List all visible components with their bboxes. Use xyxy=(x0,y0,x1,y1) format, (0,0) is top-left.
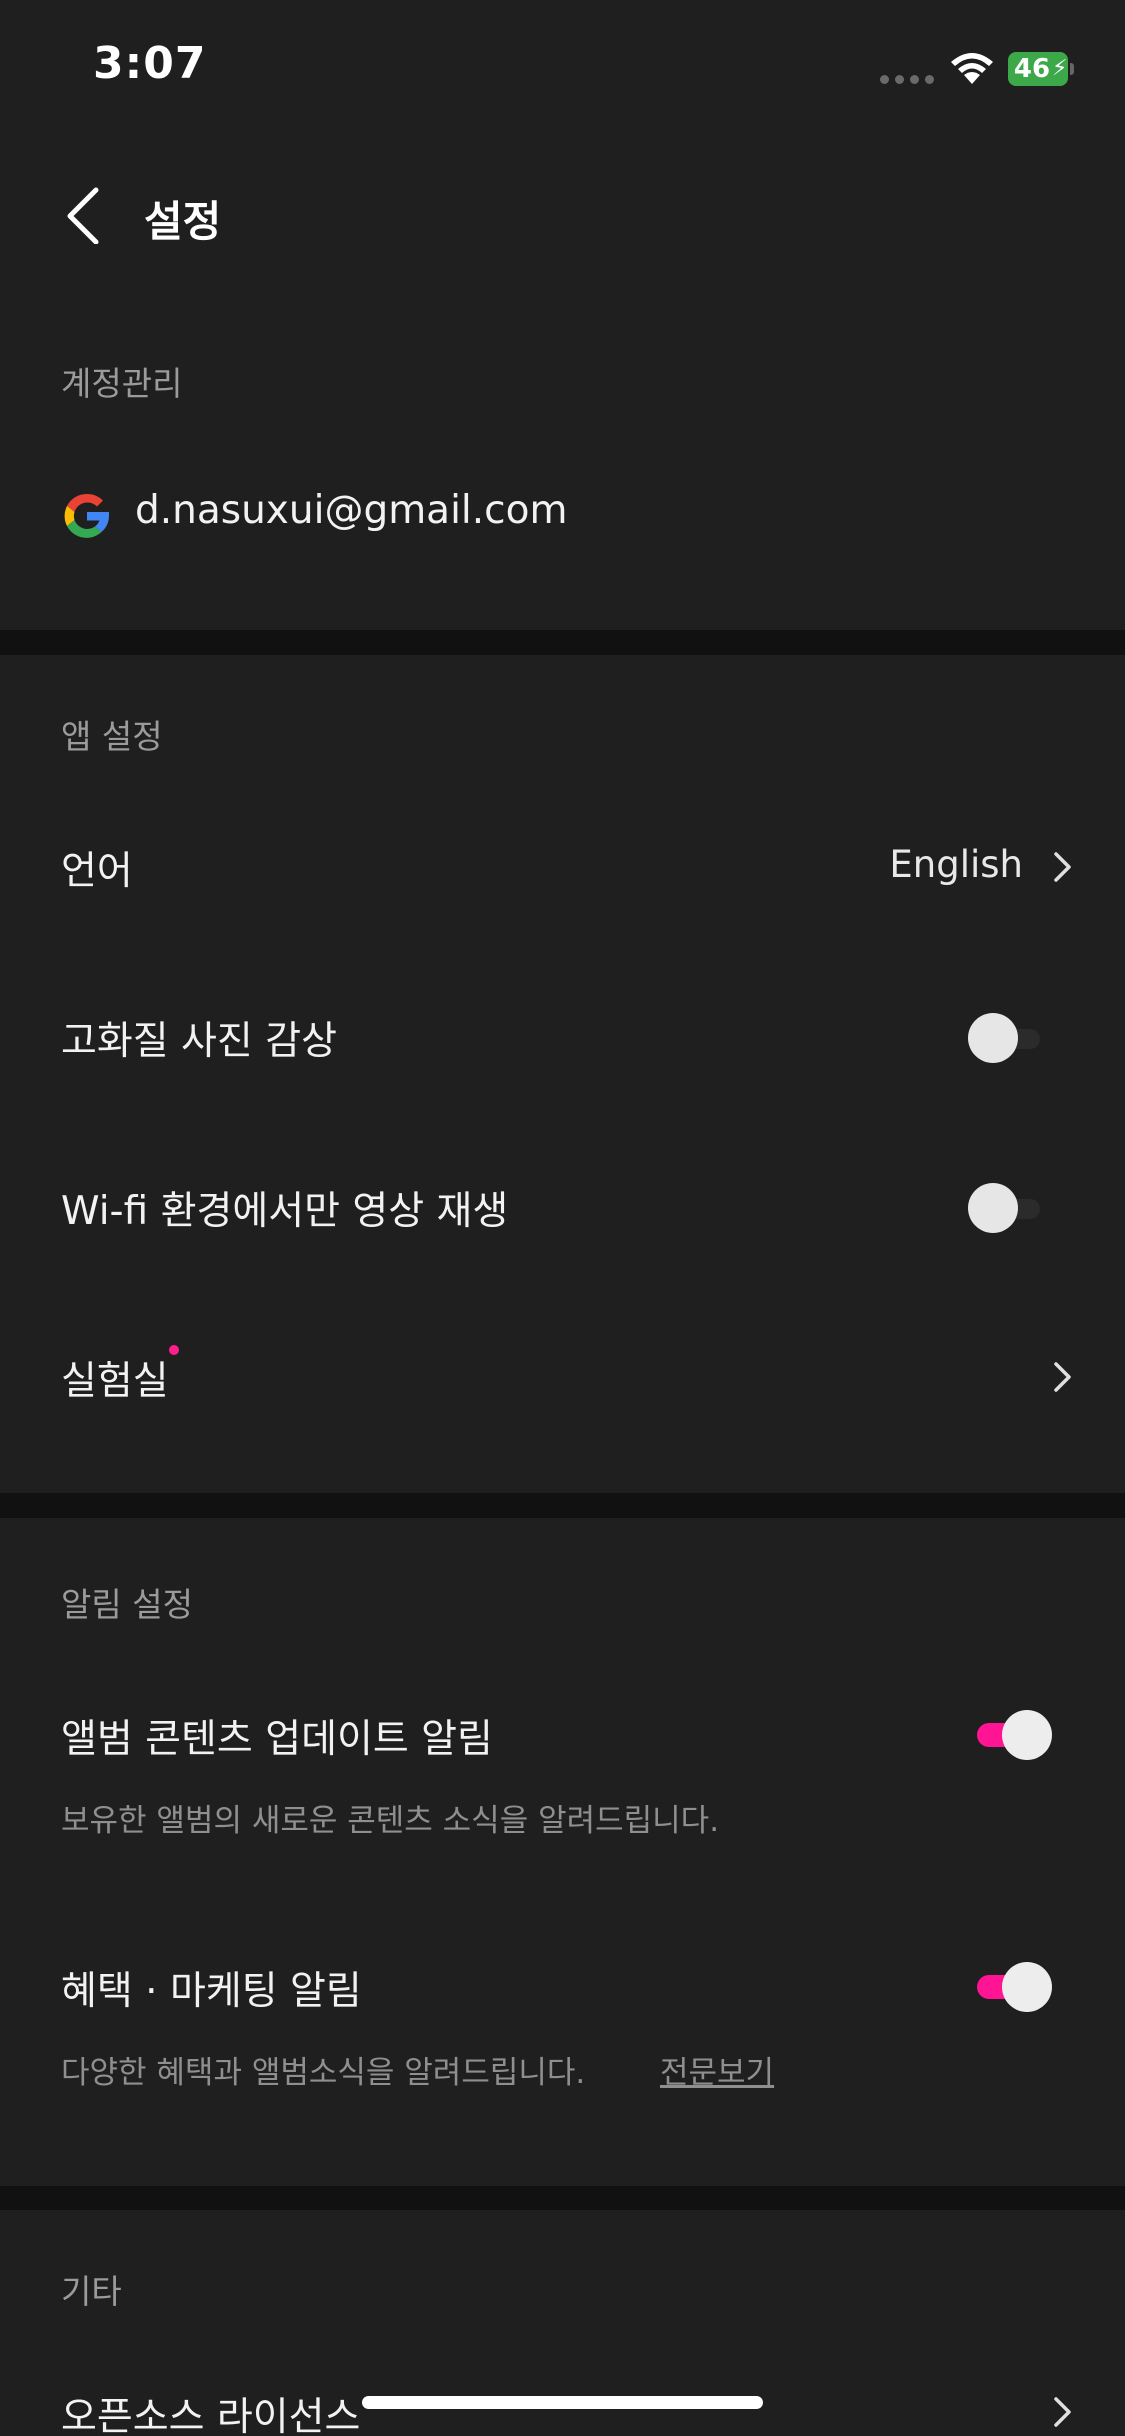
section-header-app-settings: 앱 설정 xyxy=(61,717,163,756)
account-section: 계정관리 xyxy=(0,290,1125,630)
chevron-right-icon xyxy=(1054,2397,1071,2427)
marketing-toggle[interactable] xyxy=(975,1962,1055,2012)
page-title: 설정 xyxy=(144,197,222,246)
battery-level: 46 xyxy=(1013,54,1051,84)
back-arrow-icon[interactable] xyxy=(56,184,116,244)
hq-photo-toggle[interactable] xyxy=(968,1013,1046,1063)
language-value: English xyxy=(889,843,1023,886)
lab-row[interactable]: 실험실 xyxy=(0,1315,1125,1445)
wifi-video-row: Wi-fi 환경에서만 영상 재생 xyxy=(0,1145,1125,1275)
account-email: d.nasuxui@gmail.com xyxy=(135,488,568,533)
battery-icon: 46 ⚡ xyxy=(1008,52,1074,88)
status-bar: 3:07 46 ⚡ xyxy=(0,0,1125,140)
section-header-account: 계정관리 xyxy=(61,364,183,403)
chevron-right-icon xyxy=(1054,852,1071,882)
app-settings-section: 앱 설정 언어 English 고화질 사진 감상 Wi-fi 환경에서만 영상… xyxy=(0,655,1125,1493)
new-badge-dot xyxy=(169,1345,179,1355)
license-label: 오픈소스 라이선스 xyxy=(61,2395,361,2436)
language-row[interactable]: 언어 English xyxy=(0,805,1125,935)
album-update-label: 앨범 콘텐츠 업데이트 알림 xyxy=(61,1717,493,1762)
marketing-label: 혜택 · 마케팅 알림 xyxy=(61,1969,362,2014)
album-update-toggle[interactable] xyxy=(975,1710,1055,1760)
hq-photo-label: 고화질 사진 감상 xyxy=(61,1019,337,1064)
google-icon xyxy=(64,493,109,538)
cellular-signal-icon xyxy=(880,75,934,85)
notification-settings-section: 알림 설정 앨범 콘텐츠 업데이트 알림 보유한 앨범의 새로운 콘텐츠 소식을… xyxy=(0,1518,1125,2186)
settings-screen: 3:07 46 ⚡ 설정 계정관리 d.nasuxui@gmail.com 앱 … xyxy=(0,0,1125,2436)
status-time: 3:07 xyxy=(93,38,207,89)
section-header-notifications: 알림 설정 xyxy=(61,1585,193,1624)
marketing-terms-link[interactable]: 전문보기 xyxy=(660,2047,774,2092)
wifi-video-label: Wi-fi 환경에서만 영상 재생 xyxy=(61,1189,509,1234)
wifi-video-toggle[interactable] xyxy=(968,1183,1046,1233)
language-label: 언어 xyxy=(61,849,133,894)
album-update-description: 보유한 앨범의 새로운 콘텐츠 소식을 알려드립니다. xyxy=(61,1803,720,1839)
navigation-bar: 설정 xyxy=(0,140,1125,290)
wifi-icon xyxy=(951,53,993,84)
hq-photo-row: 고화질 사진 감상 xyxy=(0,975,1125,1105)
home-indicator[interactable] xyxy=(362,2396,763,2409)
marketing-description: 다양한 혜택과 앨범소식을 알려드립니다. xyxy=(61,2055,586,2091)
chevron-right-icon xyxy=(1054,1362,1071,1392)
section-header-other: 기타 xyxy=(61,2272,122,2311)
lab-label: 실험실 xyxy=(61,1359,169,1404)
